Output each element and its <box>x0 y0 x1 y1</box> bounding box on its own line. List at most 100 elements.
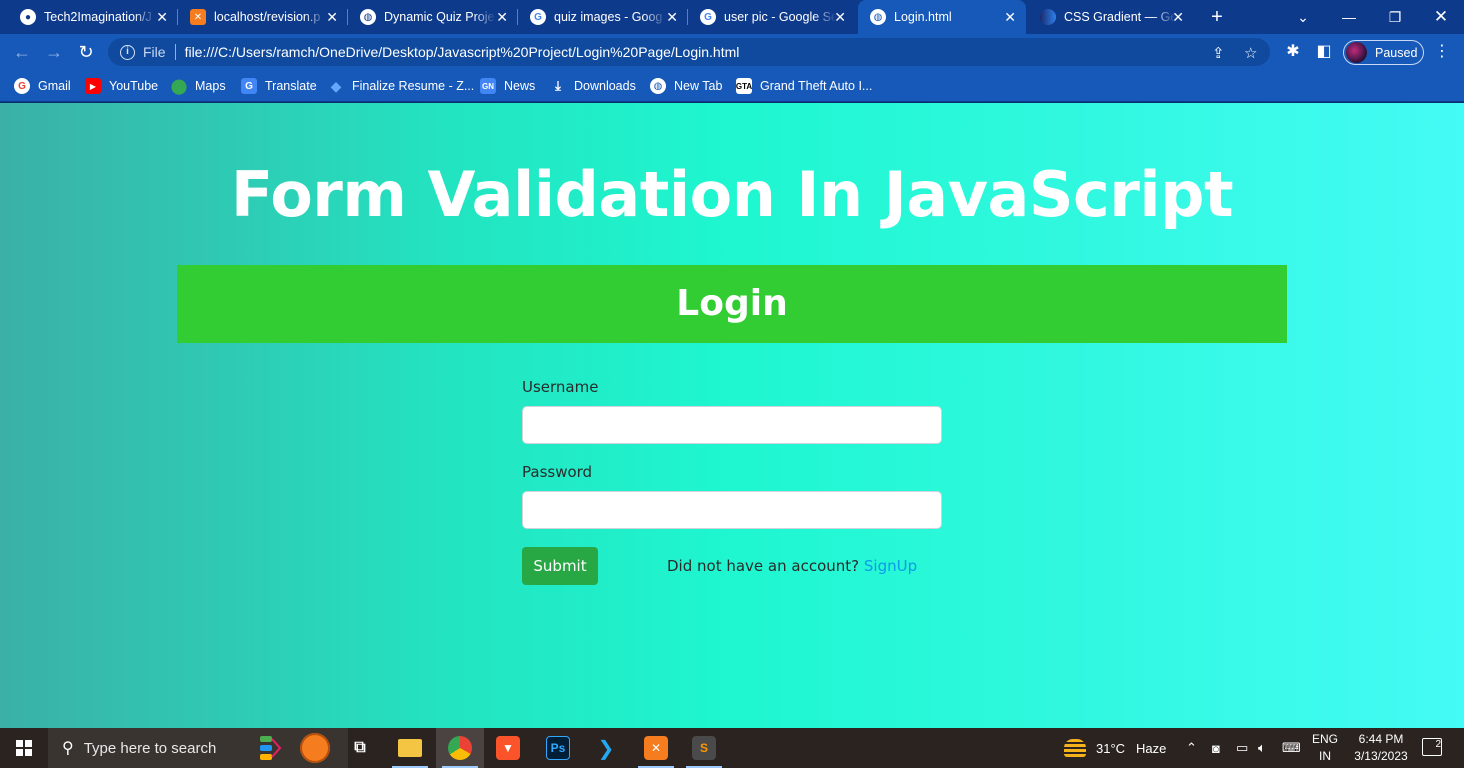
google-icon: G <box>530 9 546 25</box>
show-hidden-icons[interactable]: ⌃ <box>1186 728 1197 768</box>
bookmark-finalize-resume[interactable]: ◆ Finalize Resume - Z... <box>328 77 475 95</box>
taskbar-xampp[interactable]: ✕ <box>632 728 680 768</box>
weather-widget[interactable]: 31°C Haze <box>1064 728 1166 768</box>
download-icon: ⤓ <box>555 78 561 93</box>
url-text[interactable]: file:///C:/Users/ramch/OneDrive/Desktop/… <box>185 44 740 60</box>
taskbar-photoshop[interactable]: Ps <box>534 728 582 768</box>
username-label: Username <box>522 378 599 396</box>
windows-icon <box>16 740 32 756</box>
share-icon[interactable]: ⇪ <box>1212 44 1225 62</box>
bookmark-label: New Tab <box>674 79 723 93</box>
tab-css-gradient[interactable]: CSS Gradient — Ge ✕ <box>1028 0 1194 34</box>
start-button[interactable] <box>0 728 48 768</box>
tab-search-icon[interactable]: ⌄ <box>1280 0 1326 34</box>
globe-icon: ◍ <box>650 78 666 94</box>
google-icon: G <box>700 9 716 25</box>
tab-dynamic-quiz[interactable]: ◍ Dynamic Quiz Proje ✕ <box>348 0 518 34</box>
taskbar-vscode[interactable]: ❯ <box>582 728 630 768</box>
notification-center-button[interactable]: 2 <box>1422 738 1442 756</box>
tab-login-html[interactable]: ◍ Login.html ✕ <box>858 0 1026 34</box>
profile-status: Paused <box>1375 45 1418 60</box>
taskbar-sublime[interactable]: S <box>680 728 728 768</box>
tab-title: quiz images - Goog <box>554 10 663 24</box>
signup-prompt: Did not have an account? SignUp <box>667 557 917 575</box>
search-highlight-icon <box>258 732 290 764</box>
close-tab-icon[interactable]: ✕ <box>326 9 338 25</box>
minimize-button[interactable]: — <box>1326 0 1372 34</box>
youtube-icon: ▶ <box>85 78 101 94</box>
bookmark-downloads[interactable]: ⤓ Downloads <box>550 77 636 95</box>
network-icon[interactable]: ▭ <box>1236 728 1248 768</box>
signup-link[interactable]: SignUp <box>864 557 917 575</box>
profile-button[interactable]: Paused <box>1343 40 1424 65</box>
site-info-icon[interactable]: i <box>120 44 135 60</box>
bookmark-news[interactable]: GN News <box>480 77 535 95</box>
bookmark-new-tab[interactable]: ◍ New Tab <box>650 77 722 95</box>
scheme-label: File <box>143 44 166 60</box>
task-view-button[interactable]: ⧉ <box>336 728 384 768</box>
notification-count: 2 <box>1435 739 1441 750</box>
sublime-text-icon: S <box>692 736 716 760</box>
meet-now-icon[interactable]: ◙ <box>1212 728 1220 768</box>
language-indicator[interactable]: ENG IN <box>1312 728 1338 768</box>
submit-button[interactable]: Submit <box>522 547 598 585</box>
close-tab-icon[interactable]: ✕ <box>834 9 846 25</box>
tab-title: Dynamic Quiz Proje <box>384 10 495 24</box>
address-bar[interactable]: i File file:///C:/Users/ramch/OneDrive/D… <box>108 38 1270 66</box>
tab-quiz-images[interactable]: G quiz images - Goog ✕ <box>518 0 688 34</box>
taskbar-chrome[interactable] <box>436 728 484 768</box>
avatar <box>1346 42 1367 63</box>
clock[interactable]: 6:44 PM 3/13/2023 <box>1346 731 1416 765</box>
search-placeholder: Type here to search <box>83 739 217 757</box>
back-button[interactable]: ← <box>10 40 34 64</box>
close-tab-icon[interactable]: ✕ <box>666 9 678 25</box>
username-input[interactable] <box>522 406 942 444</box>
reload-button[interactable]: ↻ <box>74 40 98 64</box>
close-tab-icon[interactable]: ✕ <box>156 9 168 25</box>
menu-icon[interactable]: ⋮ <box>1430 40 1454 64</box>
bookmark-youtube[interactable]: ▶ YouTube <box>85 77 158 95</box>
cssgradient-icon <box>1040 9 1056 25</box>
tab-title: localhost/revision.p <box>214 10 321 24</box>
zety-icon: ◆ <box>330 77 342 94</box>
close-window-button[interactable]: ✕ <box>1418 0 1464 34</box>
extensions-icon[interactable]: ✱ <box>1281 40 1305 64</box>
tab-title: user pic - Google Se <box>724 10 836 24</box>
taskbar-brave[interactable]: ▼ <box>484 728 532 768</box>
basketball-icon <box>300 733 330 763</box>
news-icon: GN <box>480 78 496 94</box>
bookmark-label: Maps <box>195 79 226 93</box>
password-input[interactable] <box>522 491 942 529</box>
bookmark-gmail[interactable]: G Gmail <box>14 77 71 95</box>
haze-icon <box>1064 739 1086 757</box>
close-tab-icon[interactable]: ✕ <box>1172 9 1184 25</box>
taskbar-search[interactable]: ⚲ Type here to search <box>48 728 348 768</box>
new-tab-button[interactable]: + <box>1206 6 1228 28</box>
bookmark-label: YouTube <box>109 79 159 93</box>
vscode-icon: ❯ <box>597 737 615 760</box>
tab-strip: ● Tech2Imagination/J ✕ ✕ localhost/revis… <box>0 0 1464 34</box>
keyboard-icon[interactable]: ⌨ <box>1282 728 1301 768</box>
bookmark-gta[interactable]: GTA Grand Theft Auto I... <box>736 77 872 95</box>
tab-tech2imagination[interactable]: ● Tech2Imagination/J ✕ <box>8 0 178 34</box>
page-content: Form Validation In JavaScript Login User… <box>0 103 1464 728</box>
github-icon: ● <box>20 9 36 25</box>
volume-icon[interactable]: 🔈︎ <box>1258 728 1266 768</box>
bookmark-star-icon[interactable]: ☆ <box>1244 44 1257 62</box>
tab-user-pic[interactable]: G user pic - Google Se ✕ <box>688 0 856 34</box>
restore-button[interactable]: ❐ <box>1372 0 1418 34</box>
close-tab-icon[interactable]: ✕ <box>1004 9 1016 25</box>
clock-time: 6:44 PM <box>1358 732 1404 746</box>
windows-taskbar: ⚲ Type here to search ⧉ ▼ Ps ❯ ✕ S 31°C … <box>0 728 1464 768</box>
close-tab-icon[interactable]: ✕ <box>496 9 508 25</box>
side-panel-icon[interactable]: ◧ <box>1312 40 1336 64</box>
tab-title: CSS Gradient — Ge <box>1064 10 1176 24</box>
photoshop-icon: Ps <box>546 736 570 760</box>
forward-button[interactable]: → <box>42 40 66 64</box>
bookmark-translate[interactable]: G Translate <box>241 77 317 95</box>
tab-localhost-revision[interactable]: ✕ localhost/revision.p ✕ <box>178 0 348 34</box>
bookmark-maps[interactable]: ⬤ Maps <box>171 77 226 95</box>
globe-icon: ◍ <box>360 9 376 25</box>
search-icon: ⚲ <box>62 740 74 757</box>
taskbar-file-explorer[interactable] <box>386 728 434 768</box>
